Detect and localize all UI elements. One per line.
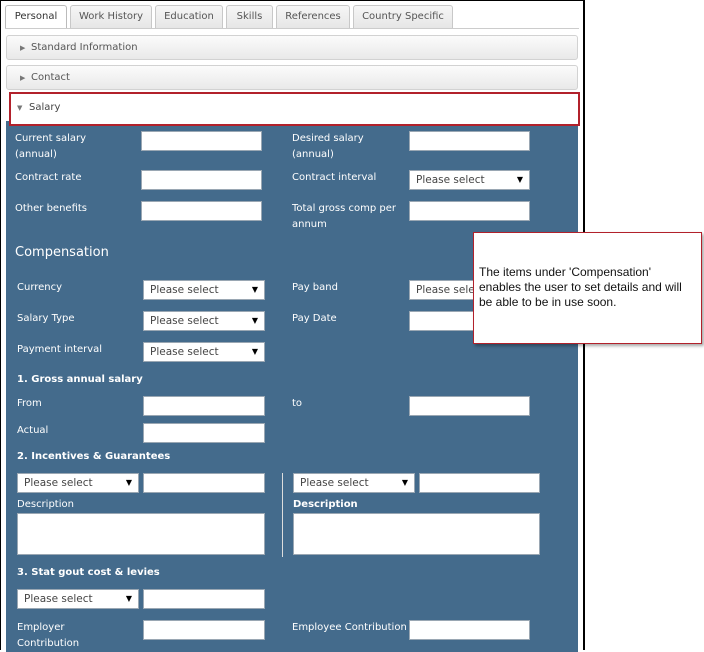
gross-salary-heading: 1. Gross annual salary — [17, 374, 143, 385]
contract-interval-select[interactable]: Please select ▼ — [409, 170, 530, 190]
select-value: Please select — [24, 477, 93, 489]
caret-down-icon: ▼ — [516, 175, 523, 184]
actual-input[interactable] — [143, 423, 265, 443]
chevron-right-icon: ▶ — [20, 44, 26, 52]
pay-band-label: Pay band — [292, 282, 338, 293]
caret-down-icon: ▼ — [401, 478, 408, 487]
accordion-contact[interactable]: ▶ Contact — [6, 65, 578, 90]
incentive-amount-input-left[interactable] — [143, 473, 265, 493]
employer-contribution-input[interactable] — [143, 620, 265, 640]
select-value: Please select — [416, 174, 485, 186]
description-label-left: Description — [17, 499, 74, 510]
annotation-callout: The items under 'Compensation' enables t… — [473, 232, 702, 344]
desired-salary-input[interactable] — [409, 131, 530, 151]
accordion-salary[interactable]: ▼ Salary — [9, 92, 580, 126]
current-salary-input[interactable] — [141, 131, 262, 151]
employer-contribution-label: Employer Contribution — [17, 622, 80, 649]
from-input[interactable] — [143, 396, 265, 416]
chevron-down-icon: ▼ — [17, 104, 23, 112]
payment-interval-select[interactable]: Please select ▼ — [143, 342, 265, 362]
salary-type-label: Salary Type — [17, 313, 75, 324]
salary-type-select[interactable]: Please select ▼ — [143, 311, 265, 331]
contract-rate-input[interactable] — [141, 170, 262, 190]
caret-down-icon: ▼ — [125, 478, 132, 487]
currency-label: Currency — [17, 282, 63, 293]
description-label-right: Description — [293, 499, 358, 510]
tab-country-specific[interactable]: Country Specific — [353, 5, 453, 28]
incentive-amount-input-right[interactable] — [419, 473, 540, 493]
other-benefits-input[interactable] — [141, 201, 262, 221]
employee-contribution-label: Employee Contribution — [292, 622, 407, 633]
chevron-right-icon: ▶ — [20, 74, 26, 82]
to-input[interactable] — [409, 396, 530, 416]
tab-divider — [5, 28, 579, 29]
tab-education[interactable]: Education — [155, 5, 223, 28]
currency-select[interactable]: Please select ▼ — [143, 280, 265, 300]
incentive-type-select-left[interactable]: Please select ▼ — [17, 473, 139, 493]
column-divider — [282, 473, 283, 557]
description-textarea-left[interactable] — [17, 513, 265, 555]
select-value: Please select — [150, 346, 219, 358]
tab-personal[interactable]: Personal — [5, 5, 67, 29]
total-gross-input[interactable] — [409, 201, 530, 221]
contract-rate-label: Contract rate — [15, 172, 82, 183]
caret-down-icon: ▼ — [251, 347, 258, 356]
incentives-heading: 2. Incentives & Guarantees — [17, 451, 171, 462]
accordion-label: Standard Information — [31, 42, 138, 53]
tab-references[interactable]: References — [276, 5, 350, 28]
accordion-standard-information[interactable]: ▶ Standard Information — [6, 35, 578, 60]
incentive-type-select-right[interactable]: Please select ▼ — [293, 473, 415, 493]
to-label: to — [292, 398, 303, 409]
accordion-label: Contact — [31, 72, 70, 83]
tab-work-history[interactable]: Work History — [70, 5, 152, 28]
desired-salary-label: Desired salary (annual) — [292, 133, 364, 160]
description-textarea-right[interactable] — [293, 513, 540, 555]
select-value: Please select — [150, 315, 219, 327]
other-benefits-label: Other benefits — [15, 203, 87, 214]
stat-cost-amount-input[interactable] — [143, 589, 265, 609]
pay-date-label: Pay Date — [292, 313, 337, 324]
caret-down-icon: ▼ — [251, 316, 258, 325]
select-value: Please select — [24, 593, 93, 605]
caret-down-icon: ▼ — [125, 594, 132, 603]
current-salary-label: Current salary (annual) — [15, 133, 87, 160]
employee-contribution-input[interactable] — [409, 620, 530, 640]
select-value: Please select — [300, 477, 369, 489]
total-gross-label: Total gross comp per annum — [292, 203, 396, 230]
select-value: Please select — [150, 284, 219, 296]
from-label: From — [17, 398, 42, 409]
stat-cost-heading: 3. Stat gout cost & levies — [17, 567, 160, 578]
actual-label: Actual — [17, 425, 49, 436]
compensation-heading: Compensation — [15, 245, 109, 260]
stat-cost-type-select[interactable]: Please select ▼ — [17, 589, 139, 609]
caret-down-icon: ▼ — [251, 285, 258, 294]
accordion-label: Salary — [29, 102, 61, 113]
tab-skills[interactable]: Skills — [226, 5, 273, 28]
contract-interval-label: Contract interval — [292, 172, 377, 183]
payment-interval-label: Payment interval — [17, 344, 103, 355]
